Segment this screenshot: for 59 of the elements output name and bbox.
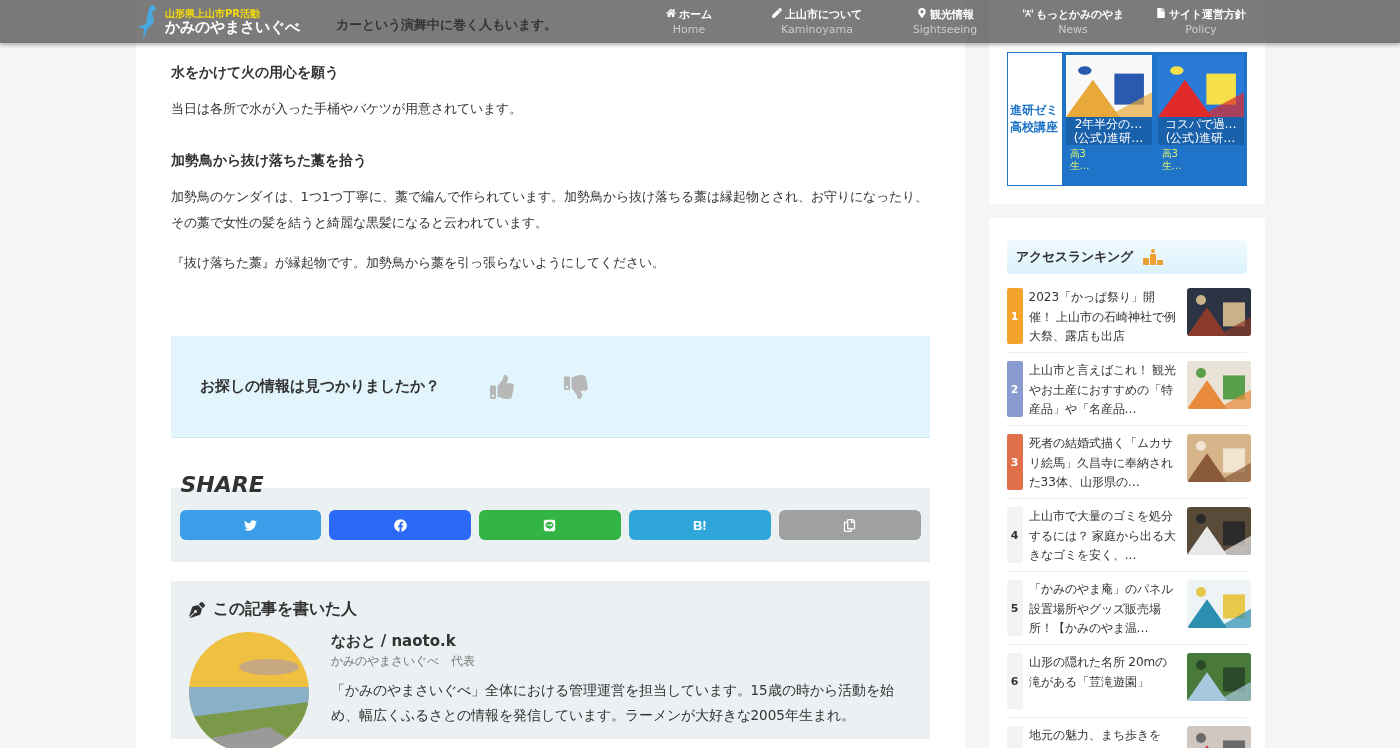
antenna-icon <box>1022 7 1033 18</box>
ranking-item[interactable]: 地元の魅力、まち歩きを <box>1006 718 1247 748</box>
author-name[interactable]: なおと / naoto.k <box>330 632 912 651</box>
share-button[interactable] <box>479 510 621 540</box>
facebook-icon <box>393 518 407 532</box>
author-role: かみのやまさいぐべ 代表 <box>330 653 476 670</box>
site-name[interactable]: かみのやまさいぐべ <box>165 18 300 36</box>
nav-link[interactable]: サイト運営方針 Policy <box>1137 6 1265 37</box>
nav-link[interactable]: ホーム Home <box>625 6 753 37</box>
feedback-question: お探しの情報は見つかりましたか？ <box>199 377 440 396</box>
rank-number: 2 <box>1006 361 1023 417</box>
nav-link[interactable]: 上山市について Kaminoyama <box>753 6 881 37</box>
copy-icon <box>843 518 857 532</box>
ranking-item[interactable]: 4 上山市で大量のゴミを処分するには？ 家庭から出る大きなゴミを安く、… <box>1006 499 1247 572</box>
document-icon <box>1156 7 1166 18</box>
share-button[interactable] <box>179 510 322 540</box>
site-tagline: 山形県上山市PR活動 <box>165 7 262 19</box>
share-button[interactable] <box>778 510 921 540</box>
share-button[interactable] <box>329 510 472 540</box>
ad-tile[interactable]: コスパで過… (公式)進研… 高3生… <box>1153 53 1246 185</box>
thumbs-down-icon[interactable] <box>563 374 588 399</box>
rank-number: 3 <box>1006 434 1023 490</box>
podium-icon <box>1142 249 1163 265</box>
nav-link[interactable]: 観光情報 Sightseeing <box>881 6 1009 37</box>
pencil-icon <box>772 7 782 18</box>
section-heading: 水をかけて火の用心を願う <box>170 64 340 82</box>
ranking-item[interactable]: 1 2023「かっぱ祭り」開催！ 上山市の石崎神社で例大祭、露店も出店 <box>1006 280 1247 353</box>
rank-number: 5 <box>1006 580 1023 636</box>
ad-caption: コスパで過… <box>1157 117 1244 131</box>
ad-title: 高3生… <box>1161 148 1182 172</box>
home-icon <box>666 7 676 18</box>
thumbs-up-icon[interactable] <box>489 374 514 399</box>
line-icon <box>543 518 557 532</box>
article-paragraph: 当日は各所で水が入った手桶やバケツが用意されています。 <box>170 100 523 118</box>
author-heading: この記事を書いた人 <box>212 599 357 620</box>
ranking-item[interactable]: 6 山形の隠れた名所 20mの滝がある「荳滝遊園」 <box>1006 645 1247 718</box>
ad-tile[interactable]: 2年半分の… (公式)進研… 高3生… <box>1061 53 1154 185</box>
ad-brand: 進研ゼミ高校講座 <box>1009 102 1060 136</box>
ranking-item[interactable]: 2 上山市と言えばこれ！ 観光やお土産におすすめの「特産品」や「名産品… <box>1006 353 1247 426</box>
twitter-icon <box>243 518 257 532</box>
rank-number: 6 <box>1006 653 1023 709</box>
ranking-item[interactable]: 3 死者の結婚式描く「ムカサリ絵馬」久昌寺に奉納された33体、山形県の… <box>1006 426 1247 499</box>
ranking-item[interactable]: 5 「かみのやま庵」のパネル設置場所やグッズ販売場所！【かみのやま温… <box>1006 572 1247 645</box>
article-text: カーという演舞中に巻く人もいます。 <box>335 16 557 34</box>
ad-caption: 2年半分の… <box>1065 117 1152 131</box>
rank-number: 1 <box>1006 288 1023 344</box>
ad-title: 高3生… <box>1069 148 1090 172</box>
ad-source: (公式)進研… <box>1157 131 1244 145</box>
ranking-title: アクセスランキング <box>1015 248 1133 266</box>
section-heading: 加勢鳥から抜け落ちた藁を拾う <box>170 152 368 170</box>
article-paragraph: 『抜け落ちた藁』が縁起物です。加勢鳥から藁を引っ張らないようにしてください。 <box>170 254 666 272</box>
article-paragraph: 加勢鳥のケンダイは、1つ1つ丁寧に、藁で編んで作られています。加勢鳥から抜け落ちる藁は縁起物とされ、お守りになったり、その藁で女性の髪を結うと綺麗な黒髪になると云われています。 <box>170 188 930 232</box>
pen-icon <box>188 601 205 618</box>
rank-number: 4 <box>1006 507 1023 563</box>
ad-banner[interactable]: 進研ゼミ高校講座 2年半分の… (公式)進研… 高3生… コスパで過… (公式)進研… 高3生… <box>1006 52 1247 186</box>
nav-link[interactable]: もっとかみのやま News <box>1009 6 1137 37</box>
map-pin-icon <box>916 7 927 18</box>
ad-source: (公式)進研… <box>1065 131 1152 145</box>
author-bio: 「かみのやまさいぐべ」全体における管理運営を担当しています。15歳の時から活動を始め、幅広くふるさとの情報を発信しています。ラーメンが大好きな2005年生まれ。 <box>330 681 895 725</box>
